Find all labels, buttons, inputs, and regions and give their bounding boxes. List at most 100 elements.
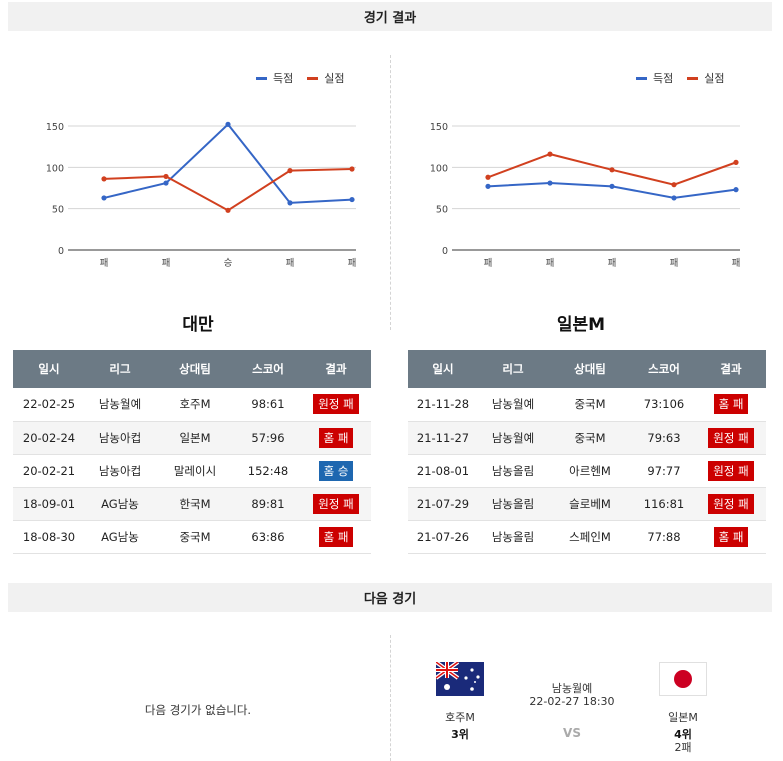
col-league: 리그 (85, 350, 155, 388)
y-tick-label: 150 (430, 122, 448, 133)
col-opponent: 상대팀 (548, 350, 632, 388)
legend-conceded-label: 실점 (704, 72, 725, 85)
y-tick-label: 0 (58, 246, 64, 257)
data-point-scored (349, 196, 355, 203)
data-point-conceded (163, 173, 169, 180)
y-tick-label: 100 (46, 163, 64, 174)
table-row: 21-07-29 남농올림 슬로베M 116:81 원정 패 (408, 487, 766, 521)
x-tick-label: 패 (732, 258, 741, 269)
table-row: 21-11-28 남농월예 중국M 73:106 홈 패 (408, 388, 766, 422)
cell-score: 73:106 (632, 388, 696, 422)
table-row: 21-08-01 남농올림 아르헨M 97:77 원정 패 (408, 454, 766, 488)
cell-opponent: 중국M (548, 421, 632, 455)
australia-flag-icon (436, 662, 484, 696)
cell-date: 21-08-01 (408, 454, 478, 488)
data-point-scored (671, 195, 677, 201)
chart-legend: 득점 실점 (636, 70, 725, 86)
cell-score: 116:81 (632, 487, 696, 521)
team-title-taiwan: 대만 (182, 315, 214, 335)
series-line-scored (103, 122, 353, 204)
cell-opponent: 일본M (155, 421, 235, 455)
data-point-scored (609, 183, 615, 189)
cell-opponent: 한국M (155, 487, 235, 521)
result-badge: 홈 패 (318, 427, 354, 448)
x-tick-label: 승 (224, 258, 233, 269)
y-tick-label: 100 (430, 163, 448, 174)
cell-date: 21-11-27 (408, 421, 478, 455)
table-row: 21-11-27 남농월예 중국M 79:63 원정 패 (408, 421, 766, 455)
x-tick-label: 패 (100, 258, 109, 269)
legend-conceded-swatch (307, 76, 319, 80)
cell-score: 98:61 (235, 388, 301, 422)
cell-opponent: 스페인M (548, 520, 632, 554)
taiwan-results-table: 일시 리그 상대팀 스코어 결과 22-02-25 남농월예 호주M 98:61 원정 … (13, 350, 371, 554)
x-tick-label: 패 (348, 258, 357, 269)
x-tick-label: 패 (608, 258, 617, 269)
table-row: 21-07-26 남농올림 스페인M 77:88 홈 패 (408, 520, 766, 554)
result-badge: 원정 패 (313, 394, 359, 415)
col-date: 일시 (408, 350, 478, 388)
col-result: 결과 (301, 350, 371, 388)
result-badge: 원정 패 (708, 427, 754, 448)
cell-opponent: 아르헨M (548, 454, 632, 488)
table-row: 22-02-25 남농월예 호주M 98:61 원정 패 (13, 388, 371, 422)
column-divider (390, 55, 391, 330)
x-tick-label: 패 (670, 258, 679, 269)
result-badge: 홈 패 (713, 526, 749, 547)
cell-result: 홈 패 (301, 421, 371, 455)
cell-score: 89:81 (235, 487, 301, 521)
result-badge: 원정 패 (708, 460, 754, 481)
cell-league: 남농올림 (478, 454, 548, 488)
cell-result: 원정 패 (301, 388, 371, 422)
data-point-scored (287, 200, 293, 206)
data-point-conceded (547, 151, 553, 157)
vs-label: VS (563, 726, 581, 740)
table-header-row: 일시 리그 상대팀 스코어 결과 (13, 350, 371, 388)
cell-league: 남농아컵 (85, 454, 155, 488)
table-row: 20-02-21 남농아컵 말레이시 152:48 홈 승 (13, 454, 371, 488)
cell-league: 남농올림 (478, 487, 548, 521)
cell-result: 원정 패 (696, 454, 766, 488)
cell-score: 77:88 (632, 520, 696, 554)
legend-conceded[interactable]: 실점 (307, 70, 345, 86)
x-tick-label: 패 (162, 258, 171, 269)
col-date: 일시 (13, 350, 85, 388)
y-tick-label: 0 (442, 246, 448, 257)
legend-scored-label: 득점 (653, 72, 674, 85)
data-point-conceded (733, 159, 739, 165)
cell-opponent: 중국M (548, 388, 632, 422)
table-header-row: 일시 리그 상대팀 스코어 결과 (408, 350, 766, 388)
data-point-scored (547, 180, 553, 186)
result-badge: 원정 패 (708, 493, 754, 514)
cell-league: 남농월예 (478, 388, 548, 422)
cell-league: AG남농 (85, 487, 155, 521)
cell-result: 원정 패 (696, 421, 766, 455)
cell-result: 홈 패 (301, 520, 371, 554)
table-row: 18-09-01 AG남농 한국M 89:81 원정 패 (13, 487, 371, 521)
no-next-game-message: 다음 경기가 없습니다. (144, 703, 252, 717)
legend-scored-label: 득점 (273, 72, 294, 85)
data-point-scored (101, 195, 107, 201)
cell-opponent: 슬로베M (548, 487, 632, 521)
cell-opponent: 호주M (155, 388, 235, 422)
legend-scored[interactable]: 득점 (636, 70, 673, 86)
data-point-conceded (609, 167, 615, 173)
legend-conceded[interactable]: 실점 (687, 70, 725, 86)
cell-score: 57:96 (235, 421, 301, 455)
cell-score: 79:63 (632, 421, 696, 455)
legend-scored[interactable]: 득점 (256, 70, 293, 86)
col-score: 스코어 (235, 350, 301, 388)
data-point-conceded (101, 176, 107, 182)
cell-result: 홈 승 (301, 454, 371, 488)
y-tick-label: 50 (436, 205, 448, 216)
cell-league: AG남농 (85, 520, 155, 554)
cell-score: 152:48 (235, 454, 301, 488)
x-tick-label: 패 (286, 258, 295, 269)
col-league: 리그 (478, 350, 548, 388)
legend-conceded-swatch (687, 76, 699, 80)
cell-date: 21-11-28 (408, 388, 478, 422)
team-title-japan: 일본M (556, 315, 606, 335)
cell-league: 남농월예 (478, 421, 548, 455)
results-section-header: 경기 결과 (8, 2, 772, 31)
cell-date: 22-02-25 (13, 388, 85, 422)
